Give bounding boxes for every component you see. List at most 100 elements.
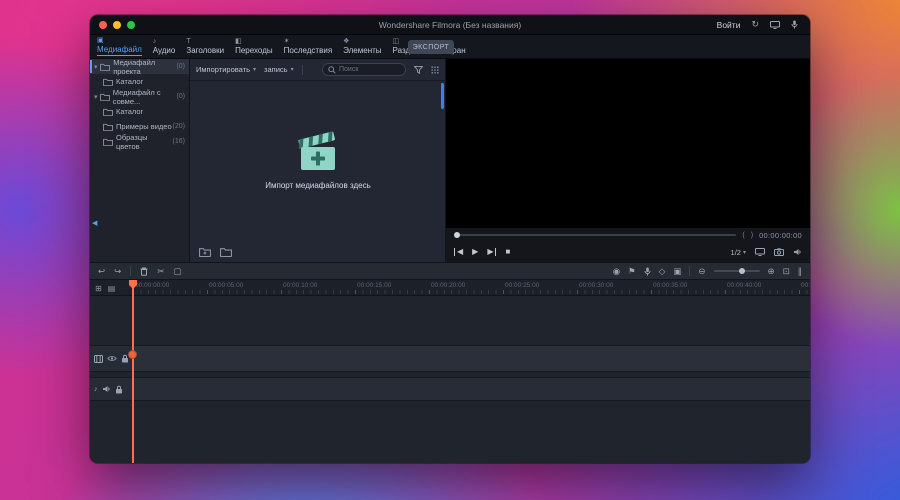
zoom-slider-handle[interactable]	[738, 268, 745, 274]
timeline-toolbar-right: ◉ ⚑ ◇ ▣ ⊖ ⊕ ⊡ ∥	[613, 266, 802, 276]
login-button[interactable]: Войти	[717, 20, 741, 30]
close-button[interactable]	[99, 20, 107, 29]
volume-icon[interactable]	[793, 248, 802, 256]
sidebar-item-catalog-2[interactable]: Каталог	[90, 104, 189, 119]
sidebar-item-shared-media[interactable]: ▾ Медиафайл с совме... (0)	[90, 87, 189, 106]
export-button[interactable]: ЭКСПОРТ	[408, 40, 454, 54]
collapse-sidebar-icon[interactable]: ◀	[92, 219, 97, 227]
timeline-zoom-slider[interactable]	[713, 268, 760, 274]
speaker-mute-icon[interactable]	[102, 385, 111, 393]
ruler-ticks	[133, 290, 810, 294]
layout-icon[interactable]	[770, 20, 780, 29]
audio-track: ♪	[90, 377, 810, 401]
seek-handle[interactable]	[454, 232, 460, 238]
sidebar-item-color-samples[interactable]: Образцы цветов (16)	[90, 132, 189, 151]
manage-tracks-icon[interactable]: ⊞	[95, 284, 102, 293]
lock-icon[interactable]	[115, 385, 123, 394]
effects-tab-icon: ✶	[283, 37, 290, 45]
zoom-out-button[interactable]: ⊖	[698, 267, 705, 276]
ruler-label: 00:00:35:00	[653, 282, 688, 289]
voiceover-mic-icon[interactable]	[644, 267, 651, 276]
media-footer	[190, 242, 446, 262]
chevron-down-icon: ▾	[290, 67, 294, 73]
playhead-grip[interactable]	[128, 350, 137, 359]
desktop-wallpaper: Wondershare Filmora (Без названия) Войти…	[0, 0, 900, 500]
music-note-icon[interactable]: ♪	[94, 385, 98, 393]
delete-button[interactable]	[140, 267, 148, 276]
stop-button[interactable]: ■	[505, 248, 510, 256]
audio-track-header: ♪	[90, 378, 133, 400]
import-dropdown[interactable]: Импортировать ▾	[196, 65, 256, 74]
folder-icon	[103, 123, 113, 131]
folder-icon	[103, 78, 113, 86]
undo-button[interactable]: ↩	[98, 267, 105, 276]
zoom-button[interactable]	[127, 20, 135, 29]
track-resize-button[interactable]: ∥	[798, 267, 802, 276]
tab-media[interactable]: ▣ Медиафайл	[97, 37, 142, 56]
elements-tab-icon: ❖	[343, 37, 350, 45]
sidebar-item-label: Каталог	[116, 107, 144, 116]
microphone-icon[interactable]	[791, 20, 798, 29]
render-preview-button[interactable]: ◉	[613, 267, 620, 276]
mark-out-icon[interactable]: )	[751, 232, 753, 239]
minimize-button[interactable]	[113, 20, 121, 29]
track-options-icon[interactable]: ▤	[108, 284, 116, 293]
scrollbar-thumb[interactable]	[441, 83, 444, 109]
feature-tabbar: ▣ Медиафайл ♪ Аудио T Заголовки ◧ Перехо…	[90, 35, 810, 59]
sidebar-item-project-media[interactable]: ▾ Медиафайл проекта (0)	[90, 57, 189, 76]
playhead[interactable]	[128, 280, 137, 463]
timecode-display: 00:00:00:00	[759, 230, 802, 240]
search-input[interactable]	[339, 66, 399, 73]
media-library-sidebar: ▾ Медиафайл проекта (0) Каталог ▾ Медиаф…	[90, 57, 190, 262]
mixer-button[interactable]: ▣	[673, 267, 681, 276]
filter-icon[interactable]	[414, 65, 423, 74]
folder-icon	[100, 63, 111, 71]
grid-view-icon[interactable]	[431, 65, 439, 74]
tab-audio[interactable]: ♪ Аудио	[153, 38, 176, 56]
new-folder-icon[interactable]	[199, 247, 211, 257]
eye-visibility-icon[interactable]	[107, 355, 117, 362]
sidebar-item-label: Образцы цветов	[116, 132, 148, 151]
keyframe-button[interactable]: ◇	[659, 267, 666, 276]
video-viewport	[446, 59, 810, 228]
sidebar-item-label: Медиафайл проекта	[113, 57, 156, 76]
audio-track-lane[interactable]	[133, 378, 810, 400]
tab-titles[interactable]: T Заголовки	[186, 38, 224, 56]
titlebar: Wondershare Filmora (Без названия) Войти…	[90, 15, 810, 35]
split-scissors-button[interactable]: ✂	[157, 267, 164, 276]
record-dropdown[interactable]: запись ▾	[264, 65, 294, 74]
video-track-lane[interactable]	[133, 346, 810, 371]
seek-bar[interactable]	[454, 232, 737, 238]
ruler-label: 00:00:25:00	[505, 282, 540, 289]
tab-transitions[interactable]: ◧ Переходы	[235, 38, 273, 56]
seek-row: ( ) 00:00:00:00	[446, 228, 810, 242]
import-media-dropzone[interactable]: Импорт медиафайлов здесь	[190, 131, 446, 190]
previous-frame-button[interactable]: ◀	[454, 248, 463, 256]
timeline-ruler[interactable]: ⊞ ▤ 00:00:00:00 00:00:05:00 00:00:10:00 …	[90, 280, 810, 296]
folder-icon[interactable]	[220, 247, 232, 257]
play-button[interactable]: ▶	[472, 248, 478, 256]
preview-zoom-dropdown[interactable]: 1/2 ▾	[731, 248, 746, 257]
preview-panel: ( ) 00:00:00:00 ◀ ▶ ▶ ■ 1/2 ▾	[446, 59, 810, 262]
zoom-in-button[interactable]: ⊕	[768, 267, 775, 276]
video-track	[90, 345, 810, 372]
titlebar-actions: Войти ↻	[717, 20, 810, 30]
fit-timeline-button[interactable]: ⊡	[783, 267, 790, 276]
next-frame-button[interactable]: ▶	[487, 248, 497, 256]
divider	[130, 266, 132, 276]
marker-button[interactable]: ⚑	[628, 267, 636, 276]
crop-button[interactable]: ▢	[173, 267, 181, 276]
film-strip-icon[interactable]	[94, 354, 103, 363]
ruler-corner: ⊞ ▤	[90, 280, 133, 296]
media-panel: Импортировать ▾ запись ▾ Поиск Импорт ме…	[190, 59, 446, 262]
mark-in-icon[interactable]: (	[742, 232, 744, 239]
redo-button[interactable]: ↪	[114, 267, 121, 276]
sync-icon[interactable]: ↻	[751, 20, 759, 29]
tab-effects[interactable]: ✶ Последствия	[284, 38, 333, 56]
sidebar-item-label: Медиафайл с совме...	[112, 87, 161, 106]
fullscreen-icon[interactable]	[755, 248, 765, 256]
tab-elements[interactable]: ❖ Элементы	[343, 38, 381, 56]
search-box[interactable]	[322, 63, 406, 76]
snapshot-camera-icon[interactable]	[774, 248, 784, 256]
divider	[689, 266, 691, 276]
